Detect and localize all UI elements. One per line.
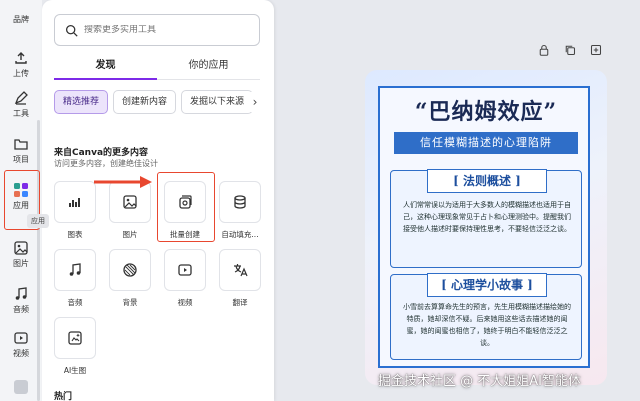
play-icon [178, 264, 192, 276]
rail-scrollbar[interactable] [37, 120, 40, 401]
poster-section-text: 小雪前去算算命先生的预言，先生用模糊描述描绘她的特质，她却深信不疑。后来她用这些… [403, 303, 571, 347]
annotation-arrow-icon [94, 176, 152, 188]
tool-label: 图表 [67, 230, 83, 239]
tool-label: 自动填充... [221, 230, 259, 239]
tab-discover[interactable]: 发现 [54, 56, 157, 80]
lock-icon[interactable] [538, 44, 550, 56]
duplicate-icon[interactable] [564, 44, 576, 56]
section-subtitle: 访问更多内容，创建绝佳设计 [54, 159, 158, 168]
poster-section-title: [ 法则概述 ] [427, 169, 547, 193]
rail-item-video[interactable]: 视频 [0, 330, 42, 359]
tool-label: 图片 [122, 230, 138, 239]
rail-item-label: 项目 [13, 155, 29, 164]
upload-icon [15, 52, 27, 64]
chip-featured[interactable]: 精选推荐 [54, 90, 109, 114]
design-poster[interactable]: “巴纳姆效应” 信任模糊描述的心理陷阱 [ 法则概述 ] 人们常常误以为适用于大… [378, 86, 590, 368]
translate-icon [234, 264, 248, 277]
rail-item-brand[interactable]: 品牌 [0, 14, 42, 25]
ai-image-icon [68, 331, 82, 345]
database-icon [234, 195, 246, 209]
tool-label: 翻译 [232, 298, 248, 307]
watermark: 掘金技术社区 @ 不大姐姐AI智能体 [378, 374, 581, 389]
rail-item-label: 品牌 [13, 15, 29, 24]
rail-item-tools[interactable]: 工具 [0, 90, 42, 119]
music-note-icon [69, 263, 81, 276]
poster-section-text: 人们常常误以为适用于大多数人的模糊描述也适用于自己，这种心理现象常见于占卜和心理… [403, 201, 571, 233]
tool-tile-backgrounds[interactable] [109, 249, 151, 291]
annotation-highlight-bulk-create [157, 172, 215, 242]
rail-item-label: 工具 [13, 109, 29, 118]
music-note-icon [15, 287, 27, 300]
poster-title: “巴纳姆效应” [414, 99, 558, 125]
tool-tile-charts[interactable] [54, 181, 96, 223]
tab-active-indicator [54, 78, 157, 80]
tool-label: 视频 [177, 298, 193, 307]
poster-section-story: [ 心理学小故事 ] 小雪前去算算命先生的预言，先生用模糊描述描绘她的特质，她却… [390, 273, 582, 360]
tab-your-apps[interactable]: 你的应用 [157, 56, 260, 80]
image-icon [14, 241, 28, 255]
hot-section-title: 热门 [54, 392, 73, 401]
tool-label: 音频 [67, 298, 83, 307]
tool-tile-ai-image[interactable] [54, 317, 96, 359]
rail-item-projects[interactable]: 项目 [0, 136, 42, 165]
rail-item-photos[interactable]: 图片 [0, 240, 42, 269]
tab-bar: 发现 你的应用 [54, 56, 260, 80]
poster-section-title: [ 心理学小故事 ] [427, 273, 547, 297]
rail-item-audio[interactable]: 音频 [0, 286, 42, 315]
poster-banner: 信任模糊描述的心理陷阱 [394, 132, 578, 154]
tool-label: AI生图 [63, 366, 87, 375]
tool-label: 背景 [122, 298, 138, 307]
filter-chips: 精选推荐 创建新内容 发掘以下来源 [54, 90, 274, 114]
search-icon [65, 24, 78, 37]
search-box[interactable] [54, 14, 260, 46]
chevron-right-icon[interactable]: › [246, 92, 264, 112]
canvas-toolbar [538, 44, 602, 56]
rail-item-label: 音频 [13, 305, 29, 314]
add-page-icon[interactable] [590, 44, 602, 56]
rail-more-icon[interactable] [14, 380, 28, 394]
apps-tooltip: 应用 [27, 214, 49, 228]
section-title: 来自Canva的更多内容 [54, 148, 149, 158]
tool-tile-video[interactable] [164, 249, 206, 291]
tool-tile-audio[interactable] [54, 249, 96, 291]
play-icon [14, 332, 28, 344]
rail-item-label: 视频 [13, 349, 29, 358]
tool-tile-autofill[interactable] [219, 181, 261, 223]
search-input[interactable] [84, 25, 254, 35]
texture-icon [123, 263, 137, 277]
poster-section-overview: [ 法则概述 ] 人们常常误以为适用于大多数人的模糊描述也适用于自己，这种心理现… [390, 169, 582, 268]
bar-chart-icon [69, 198, 80, 207]
image-icon [123, 195, 137, 209]
rail-item-label: 图片 [13, 259, 29, 268]
chip-create-new[interactable]: 创建新内容 [113, 90, 177, 114]
chip-sources[interactable]: 发掘以下来源 [181, 90, 254, 114]
rail-item-label: 上传 [13, 69, 29, 78]
tool-tile-translate[interactable] [219, 249, 261, 291]
rail-item-upload[interactable]: 上传 [0, 50, 42, 79]
folder-icon [14, 139, 28, 150]
pen-tool-icon [14, 91, 28, 105]
